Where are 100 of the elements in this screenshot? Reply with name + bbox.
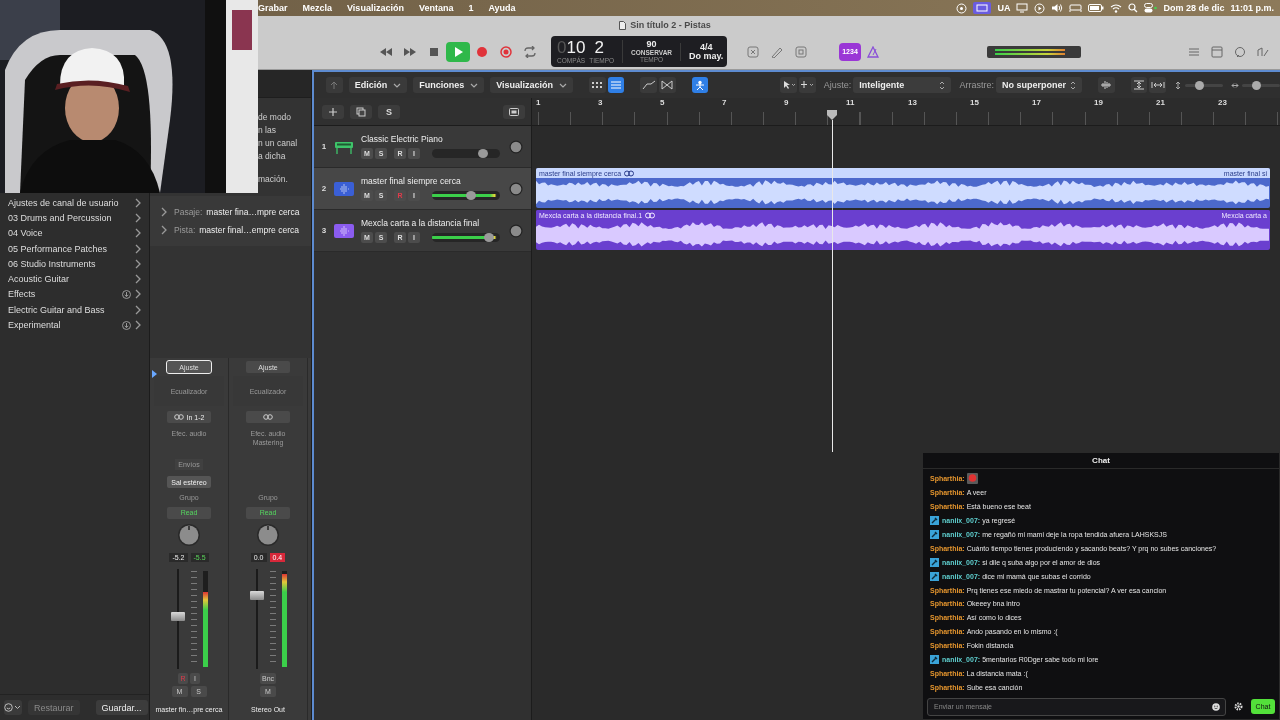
menu-item[interactable]: Ventana [418,3,454,13]
capture-record-icon [499,45,513,58]
fit-width-button[interactable] [1149,77,1166,93]
slider-thumb[interactable] [478,149,489,158]
drag-select[interactable]: No superponer [996,77,1082,93]
pan-knob[interactable] [509,181,523,196]
library-item-label[interactable]: Ajustes de canal de usuario [8,197,131,208]
menu-item[interactable]: Mezcla [302,3,333,13]
solo-button[interactable]: S [378,104,400,119]
library-item-label[interactable]: 03 Drums and Percussion [8,212,131,223]
up-button[interactable] [326,77,343,93]
fader-handle[interactable] [249,591,264,600]
bar-number: 7 [722,98,728,109]
pan-knob[interactable] [509,139,523,154]
waveform-zoom-icon [1099,80,1114,90]
crossfade-button[interactable] [659,77,676,93]
fit-height-button[interactable] [1130,77,1148,93]
menu-button[interactable]: Edición [348,77,408,93]
list-view-button[interactable] [607,77,625,93]
library-item[interactable]: Experimental [0,317,149,333]
flex-button[interactable] [691,77,709,93]
library-item[interactable]: 03 Drums and Percussion [0,210,149,226]
pan-knob[interactable] [256,523,280,547]
inspector-label: Pasaje: [174,207,203,217]
library-item-label[interactable]: Effects [8,289,119,300]
duplicate-track-button[interactable] [350,104,372,119]
menu-item[interactable]: Visualización [347,3,404,13]
display-icon[interactable] [1016,3,1029,13]
library-item-label[interactable]: 05 Performance Patches [8,243,131,254]
library-item-label[interactable]: Electric Guitar and Bass [8,304,131,315]
pan-knob[interactable] [509,223,523,238]
slider-thumb[interactable] [1195,80,1205,90]
settings-icon[interactable] [1234,702,1243,712]
slider-thumb[interactable] [484,233,495,242]
panel-icon [794,45,808,58]
automation-icon [641,80,656,90]
marquee-tool-button[interactable] [799,77,816,93]
marquee-tool-icon [800,80,815,90]
menu-item[interactable]: Ayuda [488,3,516,13]
header-config-button[interactable] [503,104,525,119]
track-name[interactable]: Classic Electric Piano [361,134,509,144]
battery-icon[interactable] [1088,4,1105,12]
volume-slider[interactable] [432,233,500,242]
chevron-icon [134,212,141,223]
menu-button[interactable]: Visualización [490,77,574,93]
library-item[interactable]: 04 Voice [0,225,149,241]
caret-icon [393,82,402,88]
volume-slider[interactable] [432,191,500,200]
volume-slider[interactable] [432,149,500,158]
library-item-label[interactable]: 04 Voice [8,228,131,239]
play-circle-icon[interactable] [1034,2,1046,14]
download-icon[interactable] [122,289,131,299]
options-menu-button[interactable] [4,700,22,715]
track-name[interactable]: Mexcla carta a la distancia final [361,218,509,228]
automation-button[interactable] [640,77,657,93]
input-button[interactable] [246,411,290,423]
menu-button[interactable]: Funciones [413,77,485,93]
add-track-button[interactable] [322,104,344,119]
library-item[interactable]: 06 Studio Instruments [0,256,149,272]
menu-clock[interactable]: Dom 28 de dic [1163,3,1225,13]
library-item[interactable]: 05 Performance Patches [0,240,149,257]
play-button[interactable] [446,41,470,62]
loop-icon [645,211,656,219]
pointer-tool-icon [781,80,796,90]
toggle-icon[interactable] [1144,3,1158,13]
fader-handle[interactable] [170,612,185,622]
menu-item[interactable]: Grabar [258,3,288,13]
grid-view-button[interactable] [589,77,606,93]
download-icon[interactable] [122,320,131,330]
menu-item[interactable]: 1 [468,3,474,13]
snap-select[interactable]: Inteligente [853,77,952,93]
playhead-handle-icon[interactable] [827,110,837,120]
library-item[interactable]: Electric Guitar and Bass [0,302,149,318]
library-item[interactable]: Acoustic Guitar [0,271,149,287]
slider-thumb[interactable] [465,191,476,200]
vertical-zoom-icon [1174,80,1182,90]
pan-knob[interactable] [177,523,201,547]
input-source[interactable]: UA [997,3,1011,13]
save-button[interactable]: Guardar... [95,700,148,715]
library-item-label[interactable]: Experimental [8,320,119,330]
emoji-icon[interactable] [1212,702,1220,711]
pointer-tool-button[interactable] [780,77,797,93]
chevron-icon [134,197,141,208]
wifi-icon[interactable] [1110,3,1123,13]
library-item-label[interactable]: 06 Studio Instruments [8,258,131,269]
screen-icon[interactable] [973,2,992,14]
help-text: mación. [258,174,289,185]
menu-clock[interactable]: 11:01 p.m. [1230,3,1274,13]
library-item[interactable]: Effects [0,286,149,303]
search-icon[interactable] [1128,3,1139,13]
track-name[interactable]: master final siempre cerca [361,176,509,186]
inspector-value: master fina…mpre cerca [206,207,300,217]
revert-button[interactable]: Restaurar [28,700,80,715]
timeline-ruler[interactable]: 1 3 5 7 9 11 13 15 17 19 21 23 [532,98,1280,126]
library-item[interactable]: Ajustes de canal de usuario [0,195,149,211]
waveform-zoom-button[interactable] [1098,77,1115,93]
library-item-label[interactable]: Acoustic Guitar [8,274,131,285]
smiley-icon [4,703,22,712]
slider-thumb[interactable] [1252,80,1262,90]
speaker-icon[interactable] [1051,3,1064,13]
